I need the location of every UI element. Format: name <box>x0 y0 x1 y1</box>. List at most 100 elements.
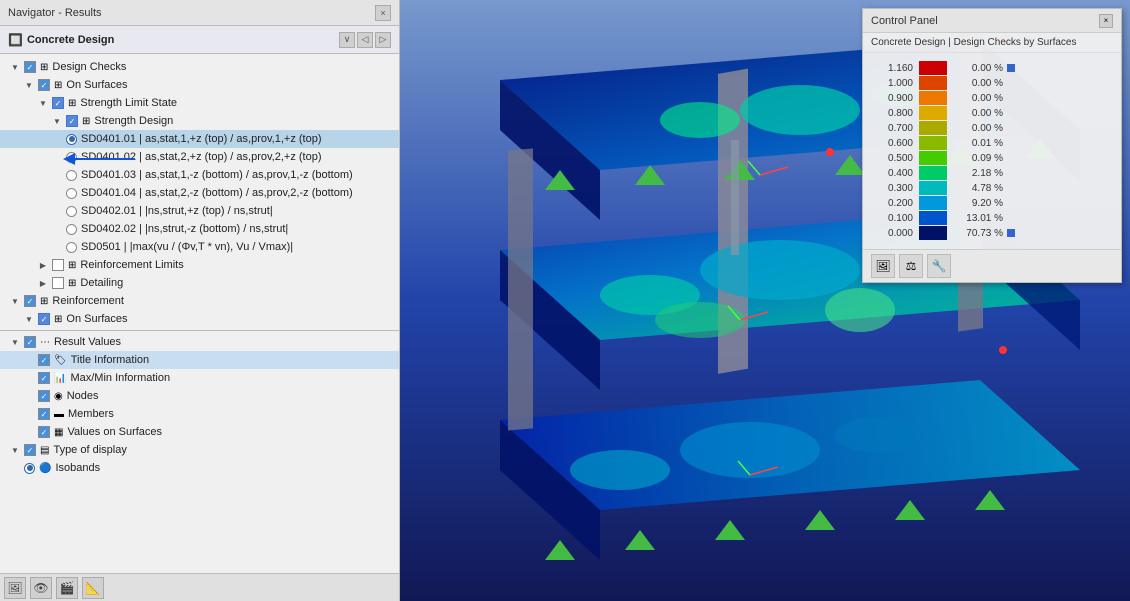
expand-button[interactable]: ∨ <box>339 32 355 48</box>
forward-button[interactable]: ▷ <box>375 32 391 48</box>
radio-sd0401-04[interactable] <box>66 188 77 199</box>
expander-result-values[interactable]: ▼ <box>8 335 22 349</box>
toolbar-view-button[interactable]: 👁 <box>30 577 52 599</box>
concrete-design-bar: 🔲 Concrete Design ∨ ◁ ▷ <box>0 26 399 54</box>
reinforcement-limits-label: Reinforcement Limits <box>80 259 183 271</box>
toolbar-image-button[interactable]: 🖼 <box>4 577 26 599</box>
detailing-label: Detailing <box>80 277 123 289</box>
scale-color-bar <box>919 106 947 120</box>
scale-percent: 4.78 % <box>953 183 1003 194</box>
tree-item-members[interactable]: ▬ Members <box>0 405 399 423</box>
expander-reinforcement-limits[interactable]: ▶ <box>36 258 50 272</box>
control-panel-close-button[interactable]: × <box>1099 14 1113 28</box>
expander-design-checks[interactable]: ▼ <box>8 60 22 74</box>
tree-item-result-values[interactable]: ▼ ⋯ Result Values <box>0 333 399 351</box>
tree-item-sd0401-01[interactable]: SD0401.01 | as,stat,1,+z (top) / as,prov… <box>0 130 399 148</box>
design-checks-label: Design Checks <box>52 61 126 73</box>
tree-item-title-information[interactable]: 🏷 Title Information <box>0 351 399 369</box>
expander-type-display[interactable]: ▼ <box>8 443 22 457</box>
radio-sd0501[interactable] <box>66 242 77 253</box>
expander-strength-limit-state[interactable]: ▼ <box>36 96 50 110</box>
expander-title-info <box>22 353 36 367</box>
expander-reinforcement[interactable]: ▼ <box>8 294 22 308</box>
tree-item-reinforcement-limits[interactable]: ▶ ⊞ Reinforcement Limits <box>0 256 399 274</box>
scale-color-bar <box>919 226 947 240</box>
tree-item-on-surfaces-1[interactable]: ▼ ⊞ On Surfaces <box>0 76 399 94</box>
expander-strength-design[interactable]: ▼ <box>50 114 64 128</box>
checkbox-title-info[interactable] <box>38 354 50 366</box>
design-checks-icon: ⊞ <box>40 62 48 73</box>
sd0401-01-label: SD0401.01 | as,stat,1,+z (top) / as,prov… <box>81 133 322 145</box>
scale-color-bar <box>919 166 947 180</box>
checkbox-reinforcement[interactable] <box>24 295 36 307</box>
checkbox-strength-design[interactable]: ✓ <box>66 115 78 127</box>
checkbox-strength-limit-state[interactable]: ✓ <box>52 97 64 109</box>
toolbar-ruler-button[interactable]: 📐 <box>82 577 104 599</box>
control-panel-toolbar: 🖼 ⚖ 🔧 <box>863 249 1121 282</box>
checkbox-result-values[interactable] <box>24 336 36 348</box>
tree-item-max-min[interactable]: 📊 Max/Min Information <box>0 369 399 387</box>
scale-color-bar <box>919 181 947 195</box>
tree-item-design-checks[interactable]: ▼ ⊞ Design Checks <box>0 58 399 76</box>
scale-color-bar <box>919 61 947 75</box>
tree-item-nodes[interactable]: ◉ Nodes <box>0 387 399 405</box>
checkbox-reinforcement-limits[interactable] <box>52 259 64 271</box>
tree-item-type-of-display[interactable]: ▼ ▤ Type of display <box>0 441 399 459</box>
expander-nodes <box>22 389 36 403</box>
scale-value: 0.400 <box>875 168 913 179</box>
scale-value: 1.160 <box>875 63 913 74</box>
cp-export-button[interactable]: 🖼 <box>871 254 895 278</box>
expander-on-surfaces-2[interactable]: ▼ <box>22 312 36 326</box>
blue-arrow-annotation <box>55 148 135 168</box>
tree-item-on-surfaces-2[interactable]: ▼ ✓ ⊞ On Surfaces <box>0 310 399 328</box>
scale-percent: 13.01 % <box>953 213 1003 224</box>
tree-item-detailing[interactable]: ▶ ⊞ Detailing <box>0 274 399 292</box>
tree-item-sd0401-03[interactable]: SD0401.03 | as,stat,1,-z (bottom) / as,p… <box>0 166 399 184</box>
expander-detailing[interactable]: ▶ <box>36 276 50 290</box>
color-scale-row: 0.7000.00 % <box>875 121 1109 135</box>
scale-color-bar <box>919 136 947 150</box>
navigator-close-button[interactable]: × <box>375 5 391 21</box>
checkbox-type-display[interactable] <box>24 444 36 456</box>
checkbox-values-surfaces[interactable] <box>38 426 50 438</box>
strength-limit-state-label: Strength Limit State <box>80 97 177 109</box>
scale-color-bar <box>919 91 947 105</box>
cp-balance-button[interactable]: ⚖ <box>899 254 923 278</box>
checkbox-detailing[interactable] <box>52 277 64 289</box>
color-scale-row: 0.10013.01 % <box>875 211 1109 225</box>
scale-percent: 70.73 % <box>953 228 1003 239</box>
expander-on-surfaces-1[interactable]: ▼ <box>22 78 36 92</box>
checkbox-on-surfaces-1[interactable] <box>38 79 50 91</box>
radio-sd0402-01[interactable] <box>66 206 77 217</box>
toolbar-animate-button[interactable]: 🎬 <box>56 577 78 599</box>
checkbox-design-checks[interactable] <box>24 61 36 73</box>
tree-item-sd0402-01[interactable]: SD0402.01 | |ns,strut,+z (top) / ns,stru… <box>0 202 399 220</box>
checkbox-on-surfaces-2[interactable]: ✓ <box>38 313 50 325</box>
radio-sd0402-02[interactable] <box>66 224 77 235</box>
back-button[interactable]: ◁ <box>357 32 373 48</box>
tree-item-strength-design[interactable]: ▼ ✓ ⊞ Strength Design <box>0 112 399 130</box>
max-min-label: Max/Min Information <box>70 372 170 384</box>
checkbox-nodes[interactable] <box>38 390 50 402</box>
radio-isobands[interactable] <box>24 463 35 474</box>
tree-item-sd0401-04[interactable]: SD0401.04 | as,stat,2,-z (bottom) / as,p… <box>0 184 399 202</box>
tree-item-isobands[interactable]: 🔵 Isobands <box>0 459 399 477</box>
tree-item-sd0501[interactable]: SD0501 | |max(vu / (Φv,T * vn), Vu / Vma… <box>0 238 399 256</box>
tree-item-sd0402-02[interactable]: SD0402.02 | |ns,strut,-z (bottom) / ns,s… <box>0 220 399 238</box>
strength-limit-state-icon: ⊞ <box>68 98 76 109</box>
checkbox-max-min[interactable] <box>38 372 50 384</box>
cp-settings-button[interactable]: 🔧 <box>927 254 951 278</box>
radio-sd0401-01[interactable] <box>66 134 77 145</box>
radio-sd0401-03[interactable] <box>66 170 77 181</box>
tree-item-reinforcement[interactable]: ▼ ⊞ Reinforcement <box>0 292 399 310</box>
scale-value: 0.700 <box>875 123 913 134</box>
reinforcement-label: Reinforcement <box>52 295 124 307</box>
scale-indicator <box>1007 64 1015 72</box>
color-scale-row: 0.9000.00 % <box>875 91 1109 105</box>
tree-item-strength-limit-state[interactable]: ▼ ✓ ⊞ Strength Limit State <box>0 94 399 112</box>
tree-item-values-on-surfaces[interactable]: ▦ Values on Surfaces <box>0 423 399 441</box>
color-scale-row: 0.3004.78 % <box>875 181 1109 195</box>
checkbox-members[interactable] <box>38 408 50 420</box>
color-scale-row: 0.5000.09 % <box>875 151 1109 165</box>
main-viewport: x y Control Panel × Concrete Design | De… <box>400 0 1130 601</box>
